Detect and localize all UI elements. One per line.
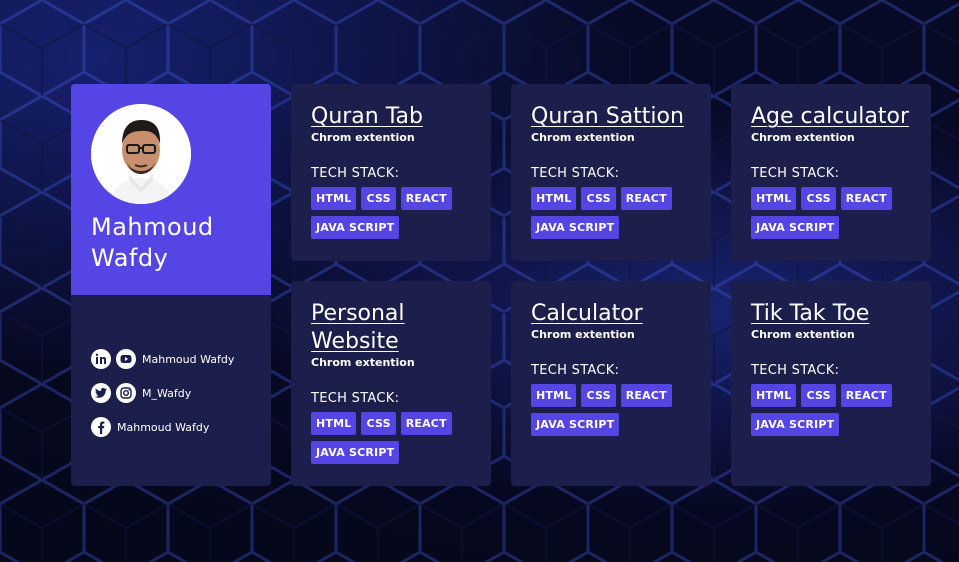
tech-tag: CSS bbox=[581, 384, 616, 407]
project-subtitle: Chrom extention bbox=[751, 131, 855, 144]
tech-tag: HTML bbox=[751, 384, 797, 407]
instagram-icon[interactable] bbox=[116, 383, 136, 403]
profile-first-name: Mahmoud bbox=[91, 213, 214, 241]
tech-tag: JAVA SCRIPT bbox=[311, 216, 400, 239]
project-subtitle: Chrom extention bbox=[311, 131, 415, 144]
tech-tags: HTML CSS REACT JAVA SCRIPT bbox=[531, 187, 701, 245]
project-card: Personal Website Chrom extention TECH ST… bbox=[291, 281, 491, 486]
linkedin-icon[interactable] bbox=[91, 349, 111, 369]
tech-tag: REACT bbox=[620, 187, 672, 210]
project-title-link[interactable]: Quran Tab bbox=[311, 103, 471, 131]
avatar bbox=[91, 104, 191, 204]
tech-tag: REACT bbox=[620, 384, 672, 407]
tech-tag: HTML bbox=[531, 384, 577, 407]
social-row: Mahmoud Wafdy bbox=[91, 410, 234, 444]
project-subtitle: Chrom extention bbox=[751, 328, 855, 341]
tech-tags: HTML CSS REACT JAVA SCRIPT bbox=[311, 412, 481, 470]
social-label[interactable]: M_Wafdy bbox=[142, 387, 191, 400]
project-title-link[interactable]: Personal Website bbox=[311, 300, 441, 356]
youtube-icon[interactable] bbox=[116, 349, 136, 369]
profile-header: Mahmoud Wafdy bbox=[71, 84, 271, 295]
profile-name: Mahmoud Wafdy bbox=[91, 212, 261, 274]
tech-stack-label: TECH STACK: bbox=[311, 391, 400, 406]
tech-tag: JAVA SCRIPT bbox=[751, 216, 840, 239]
tech-tag: JAVA SCRIPT bbox=[751, 413, 840, 436]
social-links: Mahmoud Wafdy M_Wafdy Mahmoud Wafdy bbox=[91, 342, 234, 444]
tech-tag: HTML bbox=[311, 187, 357, 210]
social-label[interactable]: Mahmoud Wafdy bbox=[117, 421, 209, 434]
tech-tag: CSS bbox=[801, 187, 836, 210]
project-card: Quran Tab Chrom extention TECH STACK: HT… bbox=[291, 84, 491, 261]
tech-tag: CSS bbox=[581, 187, 616, 210]
tech-stack-label: TECH STACK: bbox=[751, 166, 840, 181]
project-card: Calculator Chrom extention TECH STACK: H… bbox=[511, 281, 711, 486]
project-card: Quran Sattion Chrom extention TECH STACK… bbox=[511, 84, 711, 261]
tech-tags: HTML CSS REACT JAVA SCRIPT bbox=[751, 187, 921, 245]
project-subtitle: Chrom extention bbox=[531, 328, 635, 341]
project-card: Age calculator Chrom extention TECH STAC… bbox=[731, 84, 931, 261]
tech-tags: HTML CSS REACT JAVA SCRIPT bbox=[531, 384, 701, 442]
tech-tag: REACT bbox=[840, 384, 892, 407]
tech-tags: HTML CSS REACT JAVA SCRIPT bbox=[311, 187, 481, 245]
tech-tag: CSS bbox=[361, 187, 396, 210]
tech-stack-label: TECH STACK: bbox=[751, 363, 840, 378]
tech-tag: CSS bbox=[361, 412, 396, 435]
social-row: Mahmoud Wafdy bbox=[91, 342, 234, 376]
project-card: Tik Tak Toe Chrom extention TECH STACK: … bbox=[731, 281, 931, 486]
profile-last-name: Wafdy bbox=[91, 244, 169, 272]
project-title-link[interactable]: Calculator bbox=[531, 300, 691, 328]
tech-tag: JAVA SCRIPT bbox=[311, 441, 400, 464]
tech-tag: JAVA SCRIPT bbox=[531, 413, 620, 436]
project-title-link[interactable]: Age calculator bbox=[751, 103, 911, 131]
tech-tag: REACT bbox=[400, 412, 452, 435]
project-subtitle: Chrom extention bbox=[311, 356, 415, 369]
twitter-icon[interactable] bbox=[91, 383, 111, 403]
project-subtitle: Chrom extention bbox=[531, 131, 635, 144]
tech-tag: HTML bbox=[311, 412, 357, 435]
profile-card: Mahmoud Wafdy Mahmoud Wafdy M_Wafdy Mahm… bbox=[71, 84, 271, 486]
tech-tag: HTML bbox=[531, 187, 577, 210]
tech-tag: REACT bbox=[840, 187, 892, 210]
tech-stack-label: TECH STACK: bbox=[531, 166, 620, 181]
tech-tag: CSS bbox=[801, 384, 836, 407]
tech-tag: REACT bbox=[400, 187, 452, 210]
tech-tag: JAVA SCRIPT bbox=[531, 216, 620, 239]
tech-tags: HTML CSS REACT JAVA SCRIPT bbox=[751, 384, 921, 442]
project-title-link[interactable]: Tik Tak Toe bbox=[751, 300, 911, 328]
tech-tag: HTML bbox=[751, 187, 797, 210]
facebook-icon[interactable] bbox=[91, 417, 111, 437]
social-label[interactable]: Mahmoud Wafdy bbox=[142, 353, 234, 366]
tech-stack-label: TECH STACK: bbox=[311, 166, 400, 181]
social-row: M_Wafdy bbox=[91, 376, 234, 410]
tech-stack-label: TECH STACK: bbox=[531, 363, 620, 378]
project-title-link[interactable]: Quran Sattion bbox=[531, 103, 691, 131]
